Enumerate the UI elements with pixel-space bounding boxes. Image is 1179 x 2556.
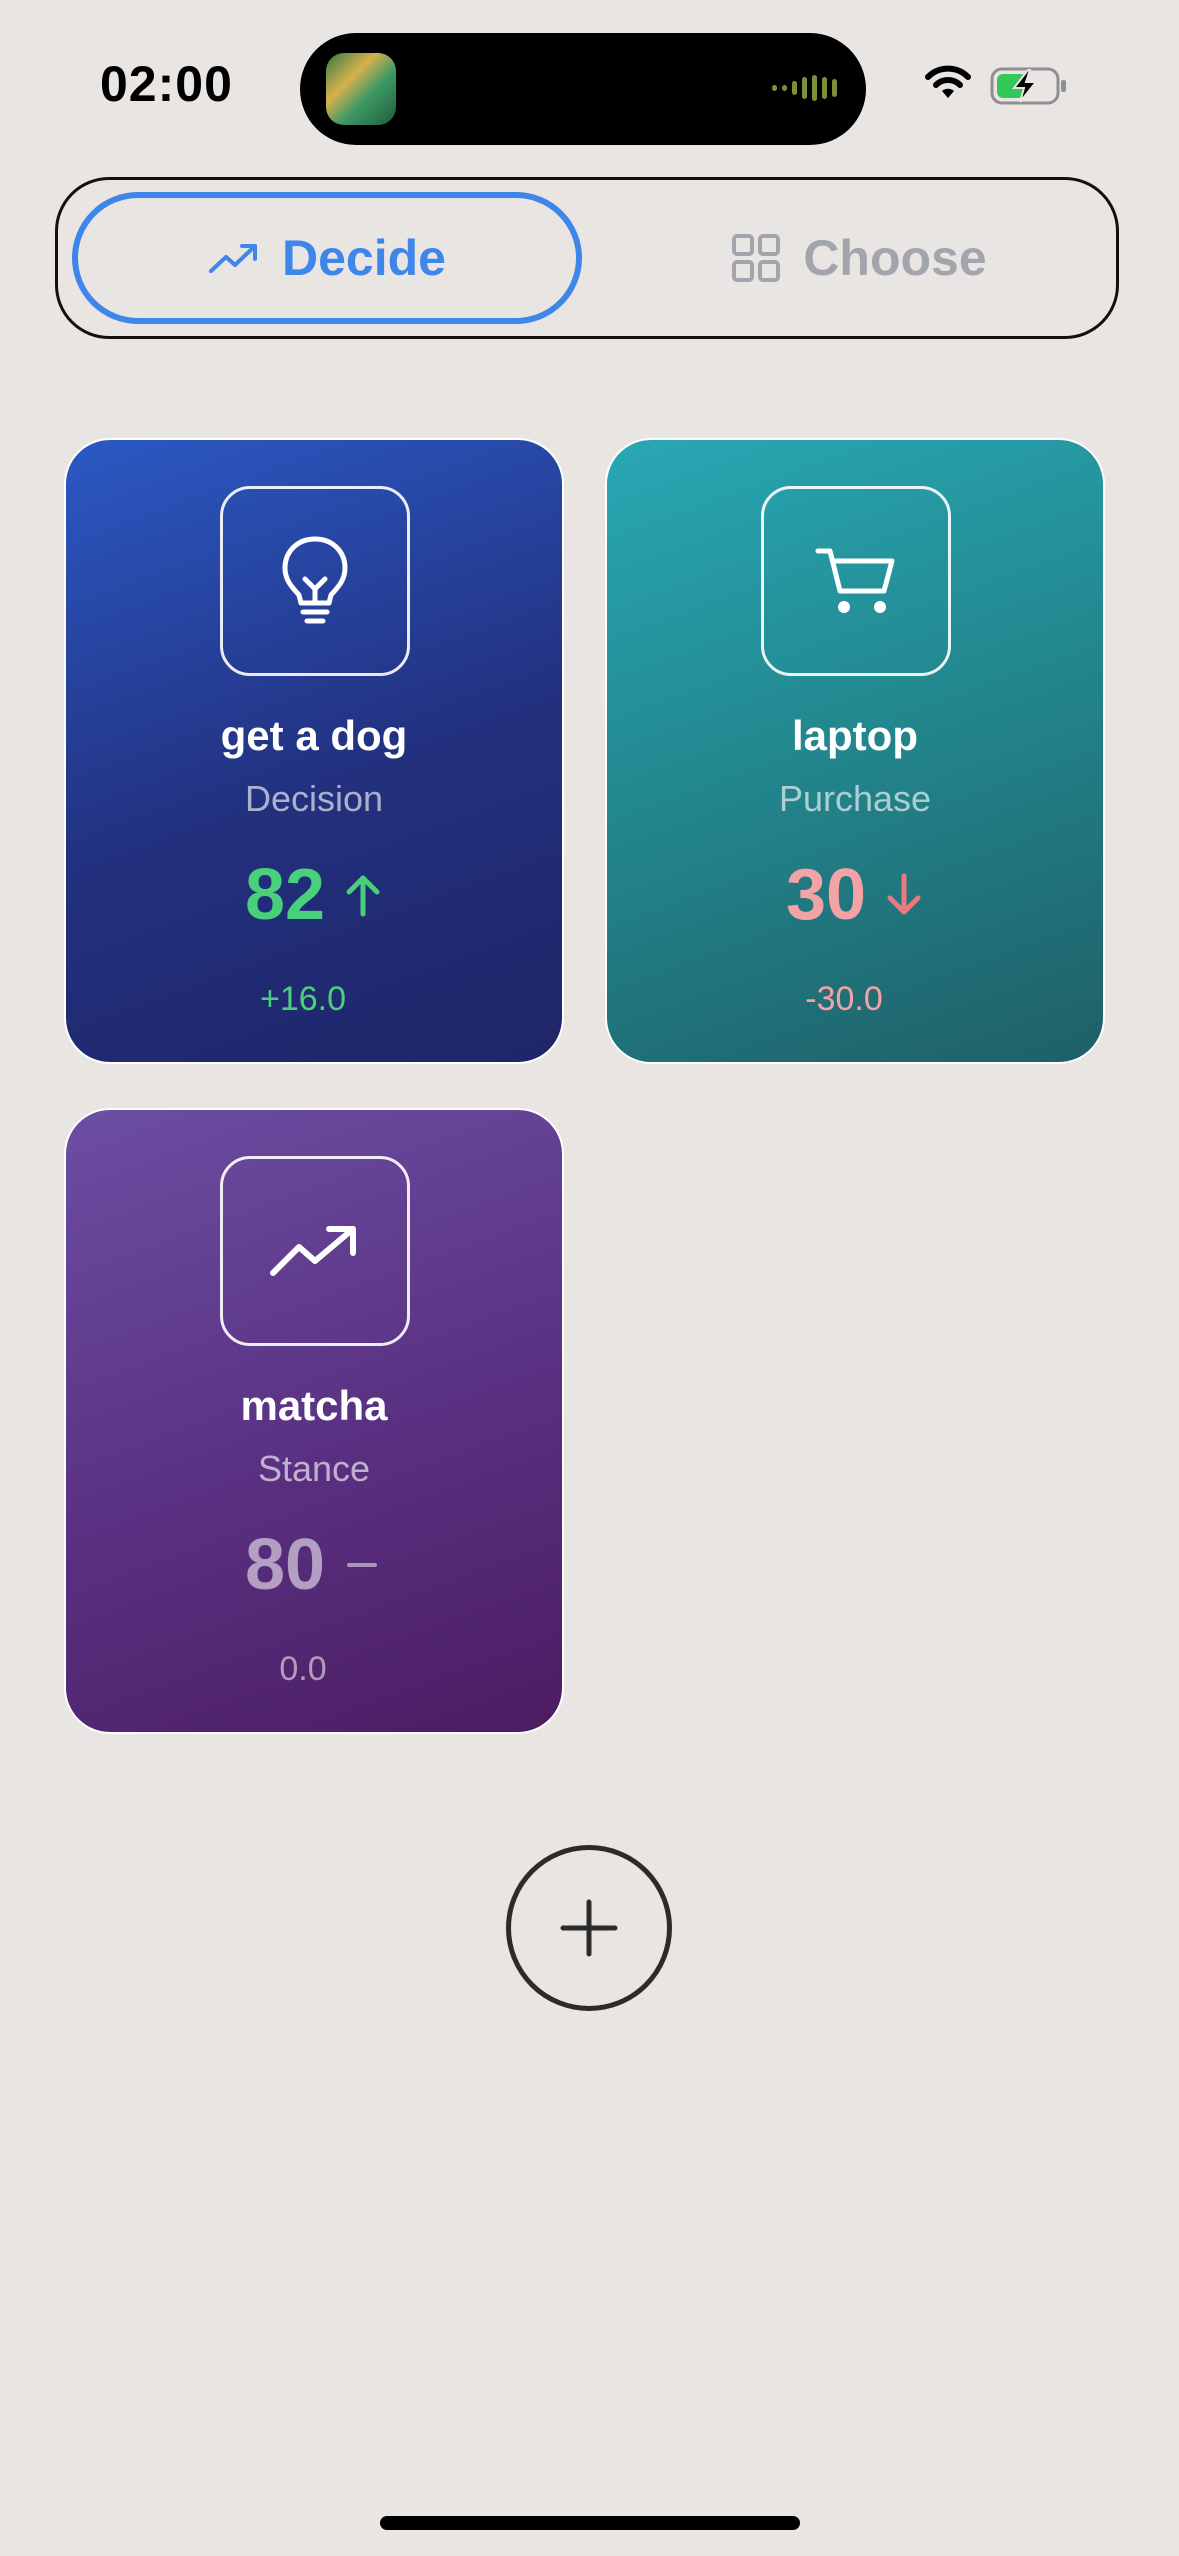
- card-type: Purchase: [778, 778, 932, 819]
- tab-choose-label: Choose: [803, 230, 987, 286]
- card-score: 82: [244, 855, 326, 935]
- score-row: 30: [607, 854, 1103, 936]
- card-icon-box: [761, 486, 951, 676]
- trend-up-icon: [209, 244, 258, 273]
- tab-choose[interactable]: Choose: [614, 192, 1104, 324]
- card-score: 80: [244, 1525, 326, 1605]
- card-icon-box: [220, 486, 410, 676]
- decision-card-get-a-dog[interactable]: get a dog Decision 82 +16.0: [64, 438, 564, 1064]
- trend-up-icon: [270, 1226, 356, 1276]
- arrow-up-icon: [346, 875, 380, 917]
- card-type: Decision: [244, 778, 384, 819]
- home-indicator[interactable]: [380, 2516, 800, 2530]
- score-row: 80: [66, 1524, 562, 1606]
- add-button[interactable]: [506, 1845, 672, 2011]
- card-delta: +16.0: [259, 980, 347, 1018]
- battery-charging-icon: [990, 67, 1066, 105]
- status-bar: 02:00: [0, 0, 1179, 180]
- card-title: laptop: [792, 712, 918, 759]
- dash-icon: [347, 1563, 378, 1567]
- card-delta: 0.0: [279, 1650, 327, 1688]
- decision-card-laptop[interactable]: laptop Purchase 30 -30.0: [605, 438, 1105, 1064]
- dynamic-island[interactable]: [300, 33, 866, 145]
- wifi-icon: [925, 65, 971, 98]
- mode-segmented-control: Decide Choose: [55, 177, 1119, 339]
- card-title: get a dog: [220, 712, 408, 759]
- card-delta: -30.0: [805, 980, 883, 1018]
- decision-card-matcha[interactable]: matcha Stance 80 0.0: [64, 1108, 564, 1734]
- plus-icon: [560, 1899, 618, 1957]
- tab-decide-label: Decide: [282, 230, 446, 286]
- audio-bars-icon: [772, 75, 837, 101]
- score-row: 82: [66, 854, 562, 936]
- status-time: 02:00: [100, 56, 233, 112]
- card-score: 30: [785, 855, 867, 935]
- album-art-icon[interactable]: [326, 53, 396, 125]
- lightbulb-icon: [282, 536, 348, 624]
- cart-icon: [815, 548, 895, 613]
- card-type: Stance: [257, 1448, 371, 1489]
- grid-icon: [732, 234, 781, 282]
- tab-decide[interactable]: Decide: [72, 192, 582, 324]
- arrow-down-icon: [887, 873, 921, 915]
- card-title: matcha: [240, 1382, 388, 1429]
- card-icon-box: [220, 1156, 410, 1346]
